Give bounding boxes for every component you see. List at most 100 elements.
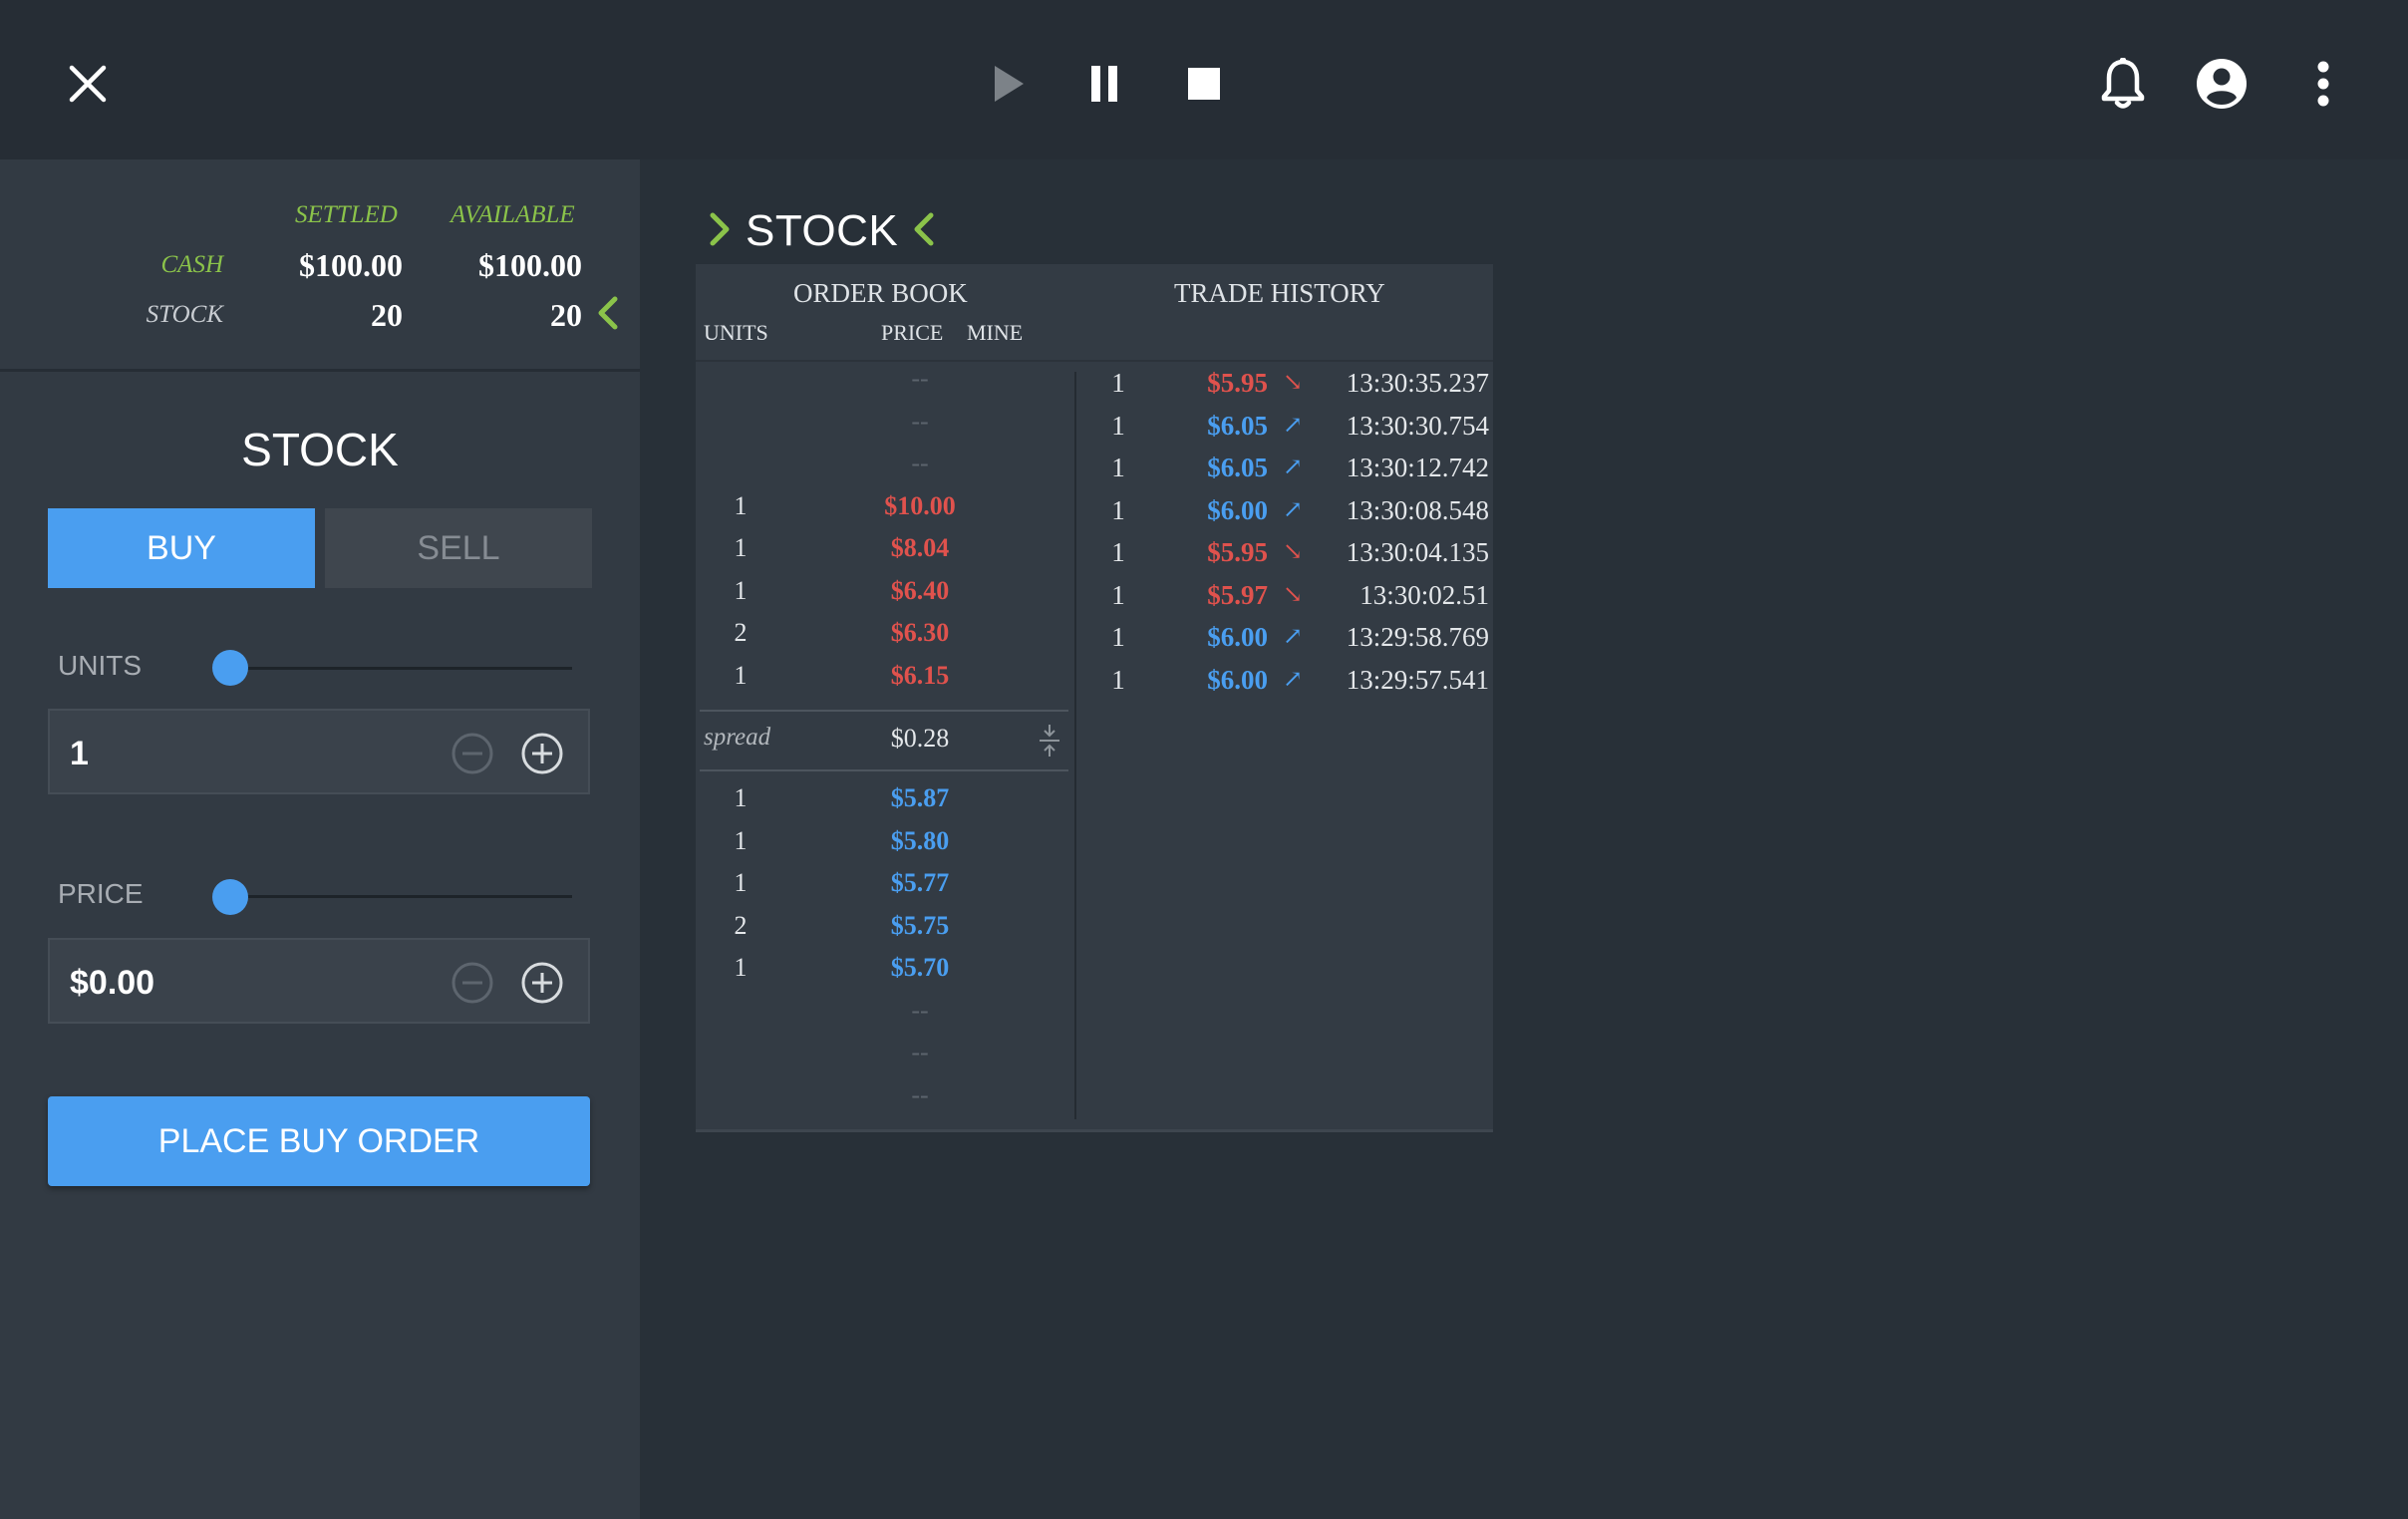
trade-price: $5.95 <box>1207 368 1268 398</box>
trade-price: $5.97 <box>1207 579 1268 610</box>
trade-time: 13:29:58.769 <box>1346 622 1489 652</box>
trade-row: 1 $5.95 ↘ 13:30:35.237 <box>1078 368 1493 410</box>
column-divider <box>1074 372 1076 1119</box>
trade-row: 1 $5.95 ↘ 13:30:04.135 <box>1078 537 1493 579</box>
settled-header: SETTLED <box>295 201 398 228</box>
close-icon[interactable] <box>58 58 118 110</box>
units-decrement-icon[interactable] <box>451 732 494 775</box>
sell-tab[interactable]: SELL <box>325 508 592 588</box>
bid-row[interactable]: 1 $5.70 <box>696 953 1074 995</box>
price-increment-icon[interactable] <box>520 961 564 1005</box>
bid-row[interactable]: -- <box>696 1038 1074 1079</box>
available-header: AVAILABLE <box>451 201 575 228</box>
trade-units: 1 <box>1111 453 1125 482</box>
units-input[interactable]: 1 <box>70 711 89 796</box>
trade-time: 13:30:02.51 <box>1359 579 1489 610</box>
price-label: PRICE <box>58 878 144 909</box>
trade-row: 1 $6.00 ↗ 13:30:08.548 <box>1078 495 1493 537</box>
stock-available-value: 20 <box>550 297 582 333</box>
more-vert-icon[interactable] <box>2308 56 2338 112</box>
order-price: $5.75 <box>890 910 950 940</box>
bid-row[interactable]: -- <box>696 996 1074 1038</box>
ask-row[interactable]: 1 $8.04 <box>696 533 1074 575</box>
order-units: 1 <box>734 533 748 562</box>
bid-row[interactable]: 1 $5.80 <box>696 826 1074 868</box>
buy-tab[interactable]: BUY <box>48 508 315 588</box>
order-units: 1 <box>734 783 748 812</box>
trade-price: $6.05 <box>1207 453 1268 482</box>
units-increment-icon[interactable] <box>520 732 564 775</box>
order-price: -- <box>911 1079 929 1109</box>
trade-price: $6.00 <box>1207 664 1268 695</box>
pause-icon[interactable] <box>1084 58 1124 110</box>
stop-icon[interactable] <box>1184 58 1224 110</box>
bid-row[interactable]: 1 $5.77 <box>696 868 1074 910</box>
trade-price: $5.95 <box>1207 537 1268 567</box>
order-price: $6.30 <box>890 618 950 647</box>
order-entry-panel: SETTLED AVAILABLE CASH $100.00 $100.00 S… <box>0 159 640 1519</box>
trade-units: 1 <box>1111 622 1125 652</box>
trade-time: 13:30:04.135 <box>1346 537 1489 567</box>
spread-label: spread <box>704 724 771 751</box>
ask-row[interactable]: 1 $6.15 <box>696 661 1074 703</box>
bid-row[interactable]: 1 $5.87 <box>696 783 1074 825</box>
trade-time: 13:30:30.754 <box>1346 410 1489 441</box>
bid-row[interactable]: -- <box>696 1080 1074 1122</box>
order-units: 1 <box>734 825 748 855</box>
chevron-right-icon[interactable] <box>708 211 732 252</box>
order-price: -- <box>911 406 929 436</box>
order-price: $6.15 <box>890 660 950 690</box>
order-book-header: ORDER BOOK <box>793 278 968 308</box>
collapse-chevron-icon[interactable] <box>596 295 620 336</box>
market-title: STOCK <box>708 199 936 263</box>
arrow-down-right-icon: ↘ <box>1282 370 1304 396</box>
compress-icon[interactable] <box>1039 724 1060 762</box>
trade-row: 1 $6.05 ↗ 13:30:12.742 <box>1078 453 1493 494</box>
price-input[interactable]: $0.00 <box>70 940 154 1026</box>
cash-settled-value: $100.00 <box>299 247 403 283</box>
spread-value: $0.28 <box>890 724 950 753</box>
price-slider[interactable] <box>229 895 572 898</box>
ask-row[interactable]: -- <box>696 407 1074 449</box>
trade-history-header: TRADE HISTORY <box>1174 278 1385 308</box>
trade-units: 1 <box>1111 494 1125 525</box>
price-slider-handle[interactable] <box>212 879 248 915</box>
ask-row[interactable]: 2 $6.30 <box>696 618 1074 660</box>
chevron-left-icon[interactable] <box>912 211 936 252</box>
spread-row: spread $0.28 <box>700 710 1068 771</box>
trade-units: 1 <box>1111 664 1125 695</box>
price-field[interactable]: $0.00 <box>48 938 590 1024</box>
ask-row[interactable]: 1 $6.40 <box>696 576 1074 618</box>
ask-row[interactable]: -- <box>696 364 1074 406</box>
order-units: 1 <box>734 660 748 690</box>
play-icon[interactable] <box>987 58 1031 110</box>
price-column-header: PRICE <box>881 320 944 345</box>
order-units: 2 <box>734 618 748 647</box>
bid-row[interactable]: 2 $5.75 <box>696 911 1074 953</box>
place-buy-order-button[interactable]: PLACE BUY ORDER <box>48 1096 590 1186</box>
ask-row[interactable]: 1 $10.00 <box>696 491 1074 533</box>
trade-time: 13:30:35.237 <box>1346 368 1489 398</box>
trade-row: 1 $6.00 ↗ 13:29:58.769 <box>1078 622 1493 664</box>
order-price: $10.00 <box>884 490 956 520</box>
order-price: $5.87 <box>890 783 950 812</box>
account-icon[interactable] <box>2195 56 2249 112</box>
stock-label: STOCK <box>146 301 223 328</box>
order-price: -- <box>911 364 929 393</box>
top-toolbar <box>0 0 2408 159</box>
ask-row[interactable]: -- <box>696 449 1074 490</box>
notifications-bell-icon[interactable] <box>2099 56 2147 112</box>
order-units: 1 <box>734 953 748 982</box>
market-name: STOCK <box>746 206 899 255</box>
cash-available-value: $100.00 <box>478 247 582 283</box>
units-slider[interactable] <box>229 667 572 670</box>
cash-label: CASH <box>160 251 224 278</box>
order-price: $5.70 <box>890 953 950 982</box>
order-units: 1 <box>734 575 748 605</box>
trade-units: 1 <box>1111 368 1125 398</box>
units-slider-handle[interactable] <box>212 650 248 686</box>
arrow-up-right-icon: ↗ <box>1282 496 1304 523</box>
trade-time: 13:30:08.548 <box>1346 494 1489 525</box>
price-decrement-icon[interactable] <box>451 961 494 1005</box>
units-field[interactable]: 1 <box>48 709 590 794</box>
